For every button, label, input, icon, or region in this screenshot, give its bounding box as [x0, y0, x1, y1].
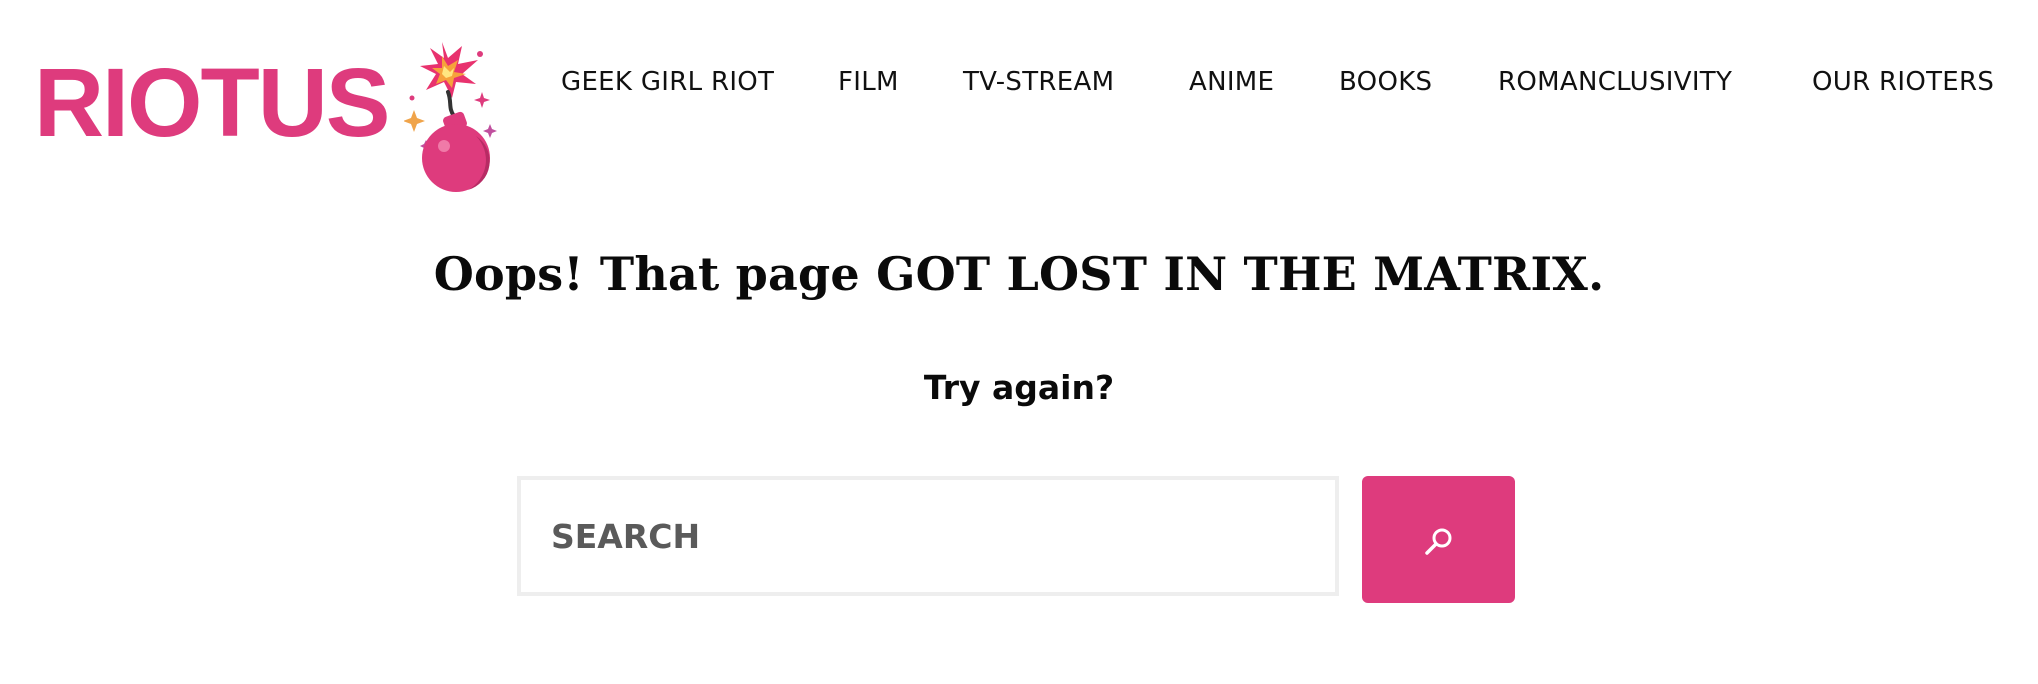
nav-item-film[interactable]: FILM — [838, 62, 899, 102]
nav-item-anime[interactable]: ANIME — [1189, 62, 1274, 102]
nav-item-romanclusivity[interactable]: ROMANCLUSIVITY — [1498, 62, 1732, 102]
search-input[interactable] — [517, 476, 1339, 596]
nav-item-books[interactable]: BOOKS — [1339, 62, 1432, 102]
search-form — [517, 476, 1517, 604]
main-nav: GEEK GIRL RIOT FILM TV-STREAM ANIME BOOK… — [0, 62, 2038, 102]
page-title: Oops! That page GOT LOST IN THE MATRIX. — [433, 247, 1605, 301]
nav-item-geek-girl-riot[interactable]: GEEK GIRL RIOT — [561, 62, 774, 102]
try-again-text: Try again? — [923, 368, 1115, 407]
nav-item-our-rioters[interactable]: OUR RIOTERS — [1812, 62, 1994, 102]
search-icon — [1424, 526, 1454, 556]
search-button[interactable] — [1362, 476, 1515, 603]
nav-item-tv-stream[interactable]: TV-STREAM — [963, 62, 1114, 102]
